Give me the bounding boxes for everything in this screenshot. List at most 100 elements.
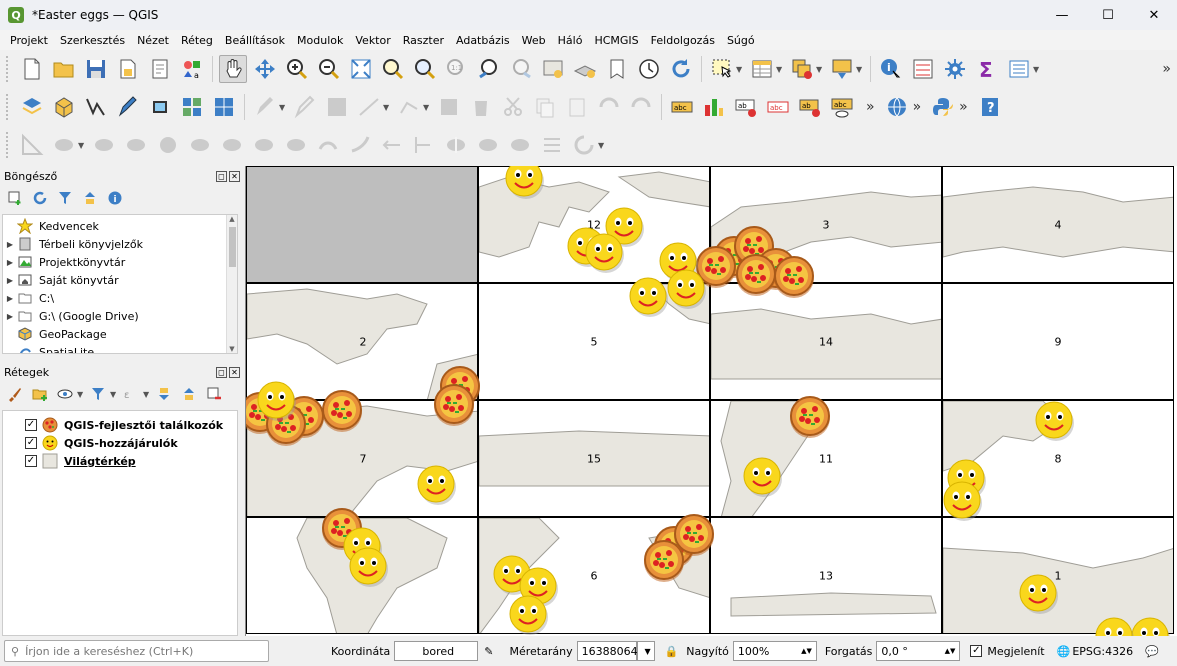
expand-arrow-icon[interactable]: ▶ [3, 294, 17, 303]
browser-item-spatialite[interactable]: SpatiaLite [3, 343, 237, 353]
label-highlight-icon[interactable]: abc [764, 93, 792, 121]
expand-arrow-icon[interactable]: ▶ [3, 240, 17, 249]
add-group-icon[interactable] [29, 383, 51, 405]
chevron-down-icon[interactable]: ▼ [78, 141, 86, 150]
chevron-down-icon[interactable]: ▼ [816, 65, 824, 74]
chevron-down-icon[interactable]: ▼ [77, 390, 85, 399]
identify-features-icon[interactable]: i [877, 55, 905, 83]
layer-item-dev-meetings[interactable]: ✓ QGIS-fejlesztői találkozók [25, 416, 237, 434]
toolbar-overflow-icon[interactable]: » [1162, 61, 1171, 77]
menu-projekt[interactable]: Projekt [4, 34, 54, 47]
label-show-hide-icon[interactable]: abc [828, 93, 856, 121]
chevron-down-icon[interactable]: ▼ [383, 103, 391, 112]
menu-reteg[interactable]: Réteg [175, 34, 219, 47]
layer-item-world-map[interactable]: ✓ Világtérkép [25, 452, 237, 470]
style-manager-icon[interactable]: a [178, 55, 206, 83]
menu-nezet[interactable]: Nézet [131, 34, 175, 47]
merge-attributes-icon[interactable] [538, 131, 566, 159]
label-toolbar-icon[interactable]: abc [668, 93, 696, 121]
lock-icon[interactable]: 🔒 [665, 645, 679, 658]
copy-features-icon[interactable] [531, 93, 559, 121]
simplify-feature-icon[interactable] [122, 131, 150, 159]
chevron-down-icon[interactable]: ▼ [279, 103, 287, 112]
layer-visibility-checkbox[interactable]: ✓ [25, 437, 37, 449]
float-panel-icon[interactable]: ◻ [216, 366, 227, 378]
scroll-down-icon[interactable]: ▼ [227, 345, 237, 353]
zoom-next-icon[interactable] [507, 55, 535, 83]
web-globe-icon[interactable] [883, 93, 911, 121]
refresh-icon[interactable] [29, 187, 51, 209]
paste-features-icon[interactable] [563, 93, 591, 121]
chevron-down-icon[interactable]: ▼ [110, 390, 118, 399]
scroll-thumb[interactable] [229, 227, 236, 267]
zoom-full-icon[interactable] [347, 55, 375, 83]
spinbox-arrows-icon[interactable]: ▲▼ [801, 647, 812, 655]
move-feature-icon[interactable] [50, 131, 78, 159]
diagram-icon[interactable] [700, 93, 728, 121]
render-checkbox[interactable]: ✓ [970, 645, 983, 657]
add-raster-layer-icon[interactable] [178, 93, 206, 121]
select-by-expression-icon[interactable] [828, 55, 856, 83]
expand-arrow-icon[interactable]: ▶ [3, 258, 17, 267]
merge-features-icon[interactable] [506, 131, 534, 159]
undo-icon[interactable] [595, 93, 623, 121]
remove-layer-icon[interactable] [203, 383, 225, 405]
messages-icon[interactable]: 💬 [1145, 645, 1159, 658]
add-mesh-layer-icon[interactable] [210, 93, 238, 121]
delete-ring-icon[interactable] [250, 131, 278, 159]
close-panel-icon[interactable]: ✕ [229, 366, 240, 378]
rotation-spinbox[interactable]: 0,0 ° ▲▼ [876, 641, 961, 661]
close-button[interactable]: ✕ [1131, 0, 1177, 30]
modify-attributes-icon[interactable] [435, 93, 463, 121]
zoom-native-icon[interactable]: 1:1 [443, 55, 471, 83]
current-edits-icon[interactable] [251, 93, 279, 121]
maximize-button[interactable]: ☐ [1085, 0, 1131, 30]
crs-globe-icon[interactable]: 🌐 [1057, 645, 1071, 658]
filter-legend-icon[interactable] [87, 383, 109, 405]
menu-modulok[interactable]: Modulok [291, 34, 349, 47]
collapse-all-icon[interactable] [178, 383, 200, 405]
chevron-down-icon[interactable]: ▼ [1033, 65, 1041, 74]
reverse-line-icon[interactable] [378, 131, 406, 159]
toggle-editing-icon[interactable] [291, 93, 319, 121]
settings-gear-icon[interactable] [941, 55, 969, 83]
delete-selected-icon[interactable] [467, 93, 495, 121]
toolbar-overflow-icon[interactable]: » [959, 99, 968, 115]
help-icon[interactable]: ? [976, 93, 1004, 121]
menu-raszter[interactable]: Raszter [397, 34, 450, 47]
pan-icon[interactable] [219, 55, 247, 83]
add-vector-layer-icon[interactable] [50, 93, 78, 121]
spinbox-arrows-icon[interactable]: ▲▼ [945, 647, 956, 655]
pan-to-selection-icon[interactable] [251, 55, 279, 83]
zoom-to-layer-icon[interactable] [411, 55, 439, 83]
browser-item-favorites[interactable]: Kedvencek [3, 217, 237, 235]
vertex-tool-icon[interactable] [395, 93, 423, 121]
chevron-down-icon[interactable]: ▼ [423, 103, 431, 112]
menu-hcmgis[interactable]: HCMGIS [588, 34, 644, 47]
deselect-icon[interactable] [788, 55, 816, 83]
cut-features-icon[interactable] [499, 93, 527, 121]
split-features-icon[interactable] [442, 131, 470, 159]
layer-visibility-checkbox[interactable]: ✓ [25, 419, 37, 431]
show-bookmarks-icon[interactable] [603, 55, 631, 83]
rotate-feature-icon[interactable] [90, 131, 118, 159]
delete-part-icon[interactable] [282, 131, 310, 159]
save-edits-icon[interactable] [323, 93, 351, 121]
select-features-icon[interactable] [708, 55, 736, 83]
enable-advanced-digitizing-icon[interactable] [18, 131, 46, 159]
zoom-last-icon[interactable] [475, 55, 503, 83]
minimize-button[interactable]: — [1039, 0, 1085, 30]
browser-item-spatial-bookmarks[interactable]: ▶ Térbeli könyvjelzők [3, 235, 237, 253]
gps-icon[interactable] [146, 93, 174, 121]
menu-szerkesztes[interactable]: Szerkesztés [54, 34, 131, 47]
add-selected-layers-icon[interactable] [4, 187, 26, 209]
style-brush-icon[interactable] [4, 383, 26, 405]
scale-input[interactable]: 163880640 [576, 641, 645, 661]
label-pin-icon[interactable]: ab [732, 93, 760, 121]
browser-item-g-drive[interactable]: ▶ G:\ (Google Drive) [3, 307, 237, 325]
browser-item-geopackage[interactable]: GeoPackage [3, 325, 237, 343]
menu-beallitasok[interactable]: Beállítások [219, 34, 291, 47]
browser-item-home[interactable]: ▶ Saját könyvtár [3, 271, 237, 289]
pencil-icon[interactable] [114, 93, 142, 121]
rotate-point-symbols-icon[interactable] [570, 131, 598, 159]
